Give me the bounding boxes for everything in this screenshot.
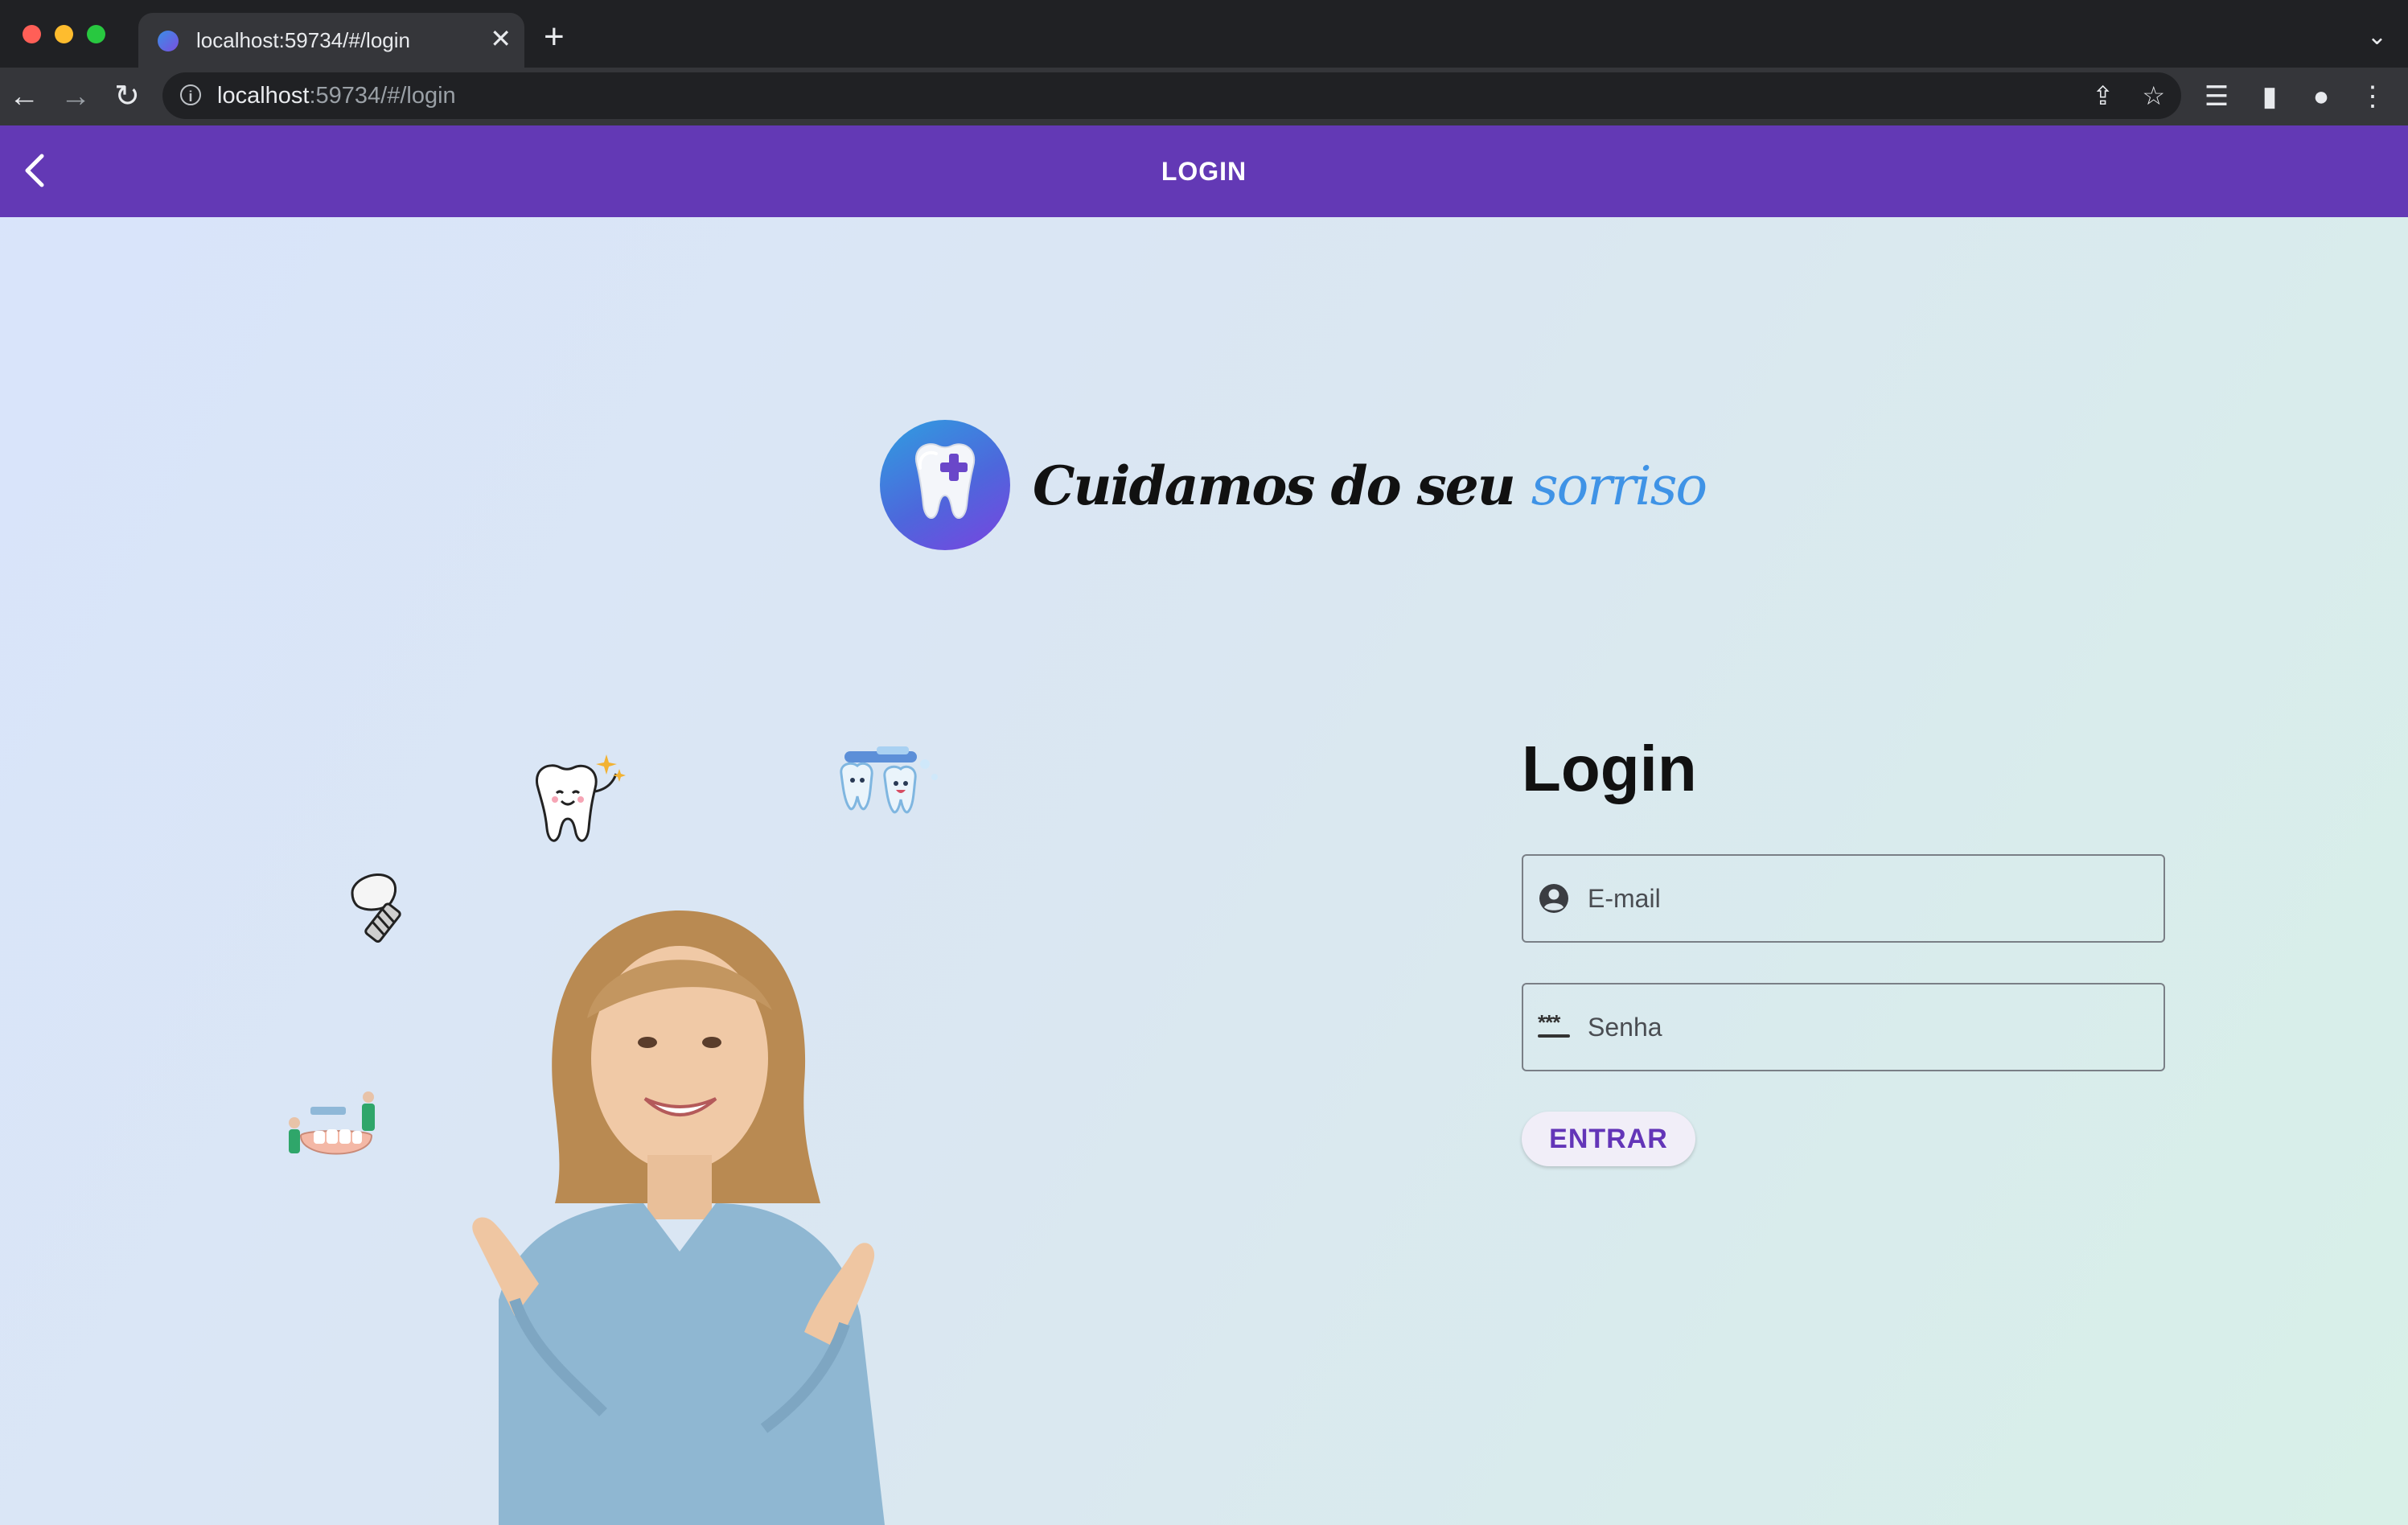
password-field[interactable]: *** (1522, 983, 2165, 1071)
email-input[interactable] (1588, 856, 2151, 941)
browser-tab-strip: localhost:59734/#/login ✕ + ⌄ (0, 0, 2408, 68)
hero-slogan: Cuidamos do seu sorriso (1033, 454, 1707, 517)
browser-menu-icon[interactable]: ⋮ (2355, 79, 2390, 114)
tooth-logo-icon (880, 420, 1010, 550)
password-input[interactable] (1588, 984, 2151, 1070)
forward-icon[interactable]: → (58, 79, 93, 114)
tab-search-icon[interactable]: ⌄ (2367, 21, 2387, 53)
browser-toolbar: ← → ↻ i localhost:59734/#/login ⇪ ☆ ☰ ▮ … (0, 68, 2408, 125)
favicon-icon (158, 31, 179, 51)
login-heading: Login (1522, 733, 1697, 804)
bookmark-star-icon[interactable]: ☆ (2142, 79, 2165, 113)
back-icon[interactable]: ← (6, 79, 42, 114)
new-tab-icon[interactable]: + (544, 19, 565, 55)
address-url[interactable]: localhost:59734/#/login (217, 80, 456, 111)
close-window-button[interactable] (23, 25, 41, 43)
dental-implant-sticker (351, 873, 401, 943)
close-tab-icon[interactable]: ✕ (490, 24, 512, 53)
minimize-window-button[interactable] (55, 25, 73, 43)
app-bar-title: LOGIN (1161, 157, 1247, 186)
password-icon: *** (1538, 1012, 1573, 1042)
maximize-window-button[interactable] (87, 25, 105, 43)
side-panel-icon[interactable]: ▮ (2252, 79, 2287, 114)
profile-icon[interactable]: ● (2303, 79, 2339, 114)
dentists-sticker (289, 1091, 375, 1155)
email-field[interactable] (1522, 854, 2165, 943)
tab-title: localhost:59734/#/login (196, 28, 410, 52)
reload-icon[interactable]: ↻ (109, 79, 145, 114)
account-circle-icon (1539, 884, 1568, 913)
share-icon[interactable]: ⇪ (2092, 79, 2114, 113)
app-bar: LOGIN (0, 125, 2408, 217)
smiling-woman-photo (472, 910, 885, 1525)
happy-tooth-sticker (536, 754, 626, 842)
page-viewport: LOGIN Cuidamos do seu sorriso Login E-ma… (0, 125, 2408, 1525)
address-bar[interactable]: i localhost:59734/#/login ⇪ ☆ (162, 72, 2181, 119)
login-submit-button[interactable]: ENTRAR (1522, 1112, 1695, 1166)
media-controls-icon[interactable]: ☰ (2199, 79, 2234, 114)
teeth-brushing-sticker (840, 746, 938, 814)
site-info-icon[interactable]: i (180, 84, 201, 105)
browser-tab[interactable]: localhost:59734/#/login ✕ (138, 13, 524, 68)
